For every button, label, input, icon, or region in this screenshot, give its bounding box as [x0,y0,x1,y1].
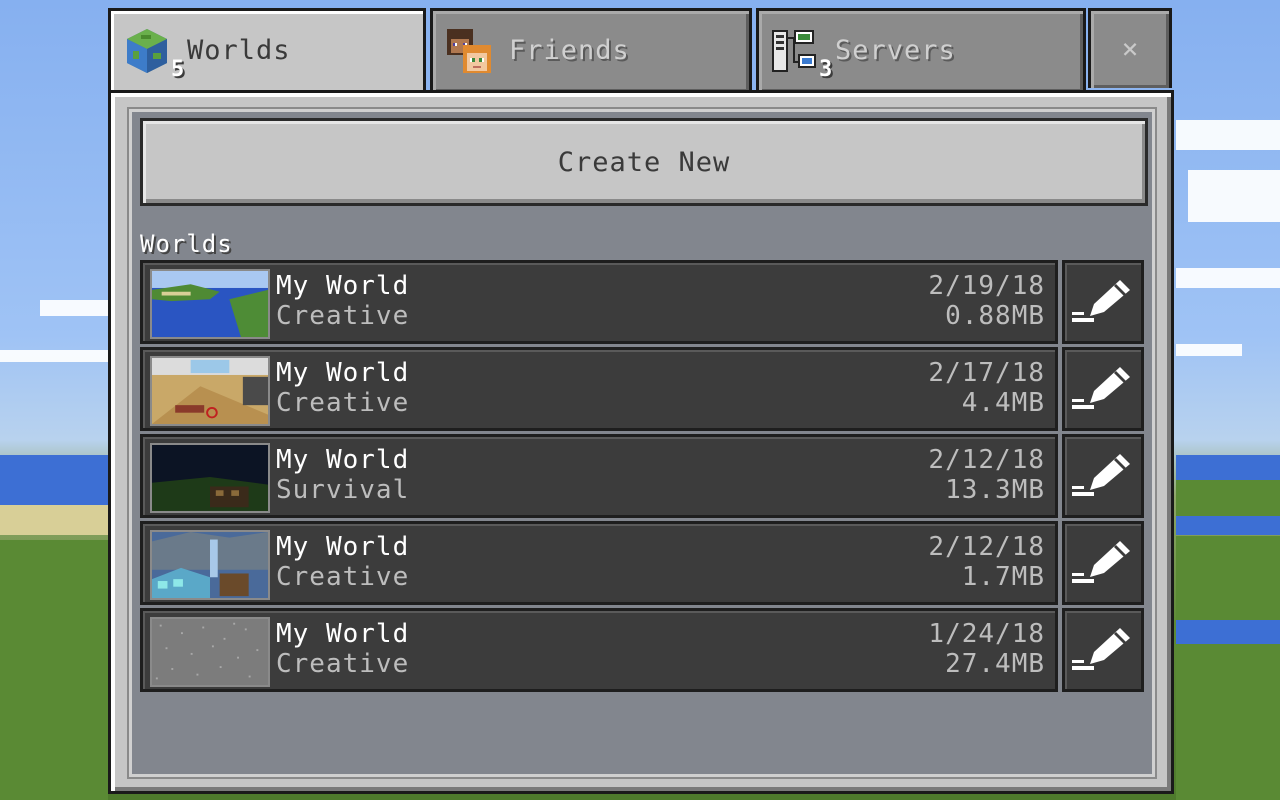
world-size: 13.3MB [945,475,1045,505]
world-size: 27.4MB [945,649,1045,679]
world-thumbnail [150,356,270,426]
create-new-button[interactable]: Create New [140,118,1148,206]
worlds-content: Create New Worlds My World Creative 2/19… [127,107,1157,779]
world-thumbnail [150,617,270,687]
edit-world-button[interactable] [1062,434,1144,518]
edit-world-button[interactable] [1062,608,1144,692]
tab-worlds[interactable]: 5 Worlds [108,8,426,96]
world-row: My World Survival 2/12/18 13.3MB [140,434,1146,521]
world-size: 4.4MB [961,388,1045,418]
globe-icon [123,27,171,75]
world-name: My World [276,532,410,562]
section-heading-worlds: Worlds [140,230,233,258]
world-entry[interactable]: My World Creative 2/19/18 0.88MB [140,260,1058,344]
world-size: 0.88MB [945,301,1045,331]
world-mode: Creative [276,301,410,331]
world-row: My World Creative 1/24/18 27.4MB [140,608,1146,695]
world-list: My World Creative 2/19/18 0.88MB My Worl… [140,260,1146,695]
world-mode: Survival [276,475,410,505]
edit-world-button[interactable] [1062,347,1144,431]
world-date: 2/12/18 [928,532,1045,562]
worlds-window: 5 Worlds Friends 3 Servers × Create New … [108,6,1174,794]
edit-world-button[interactable] [1062,521,1144,605]
world-name: My World [276,619,410,649]
tab-servers[interactable]: 3 Servers [756,8,1086,92]
world-name: My World [276,445,410,475]
world-name: My World [276,271,410,301]
world-entry[interactable]: My World Creative 2/17/18 4.4MB [140,347,1058,431]
world-thumbnail [150,530,270,600]
pencil-icon [1068,270,1138,334]
create-new-label: Create New [557,146,731,178]
world-row: My World Creative 2/19/18 0.88MB [140,260,1146,347]
world-thumbnail [150,443,270,513]
servers-count-badge: 3 [819,57,833,82]
world-date: 2/19/18 [928,271,1045,301]
edit-world-button[interactable] [1062,260,1144,344]
pencil-icon [1068,618,1138,682]
world-mode: Creative [276,649,410,679]
world-entry[interactable]: My World Creative 1/24/18 27.4MB [140,608,1058,692]
world-entry[interactable]: My World Survival 2/12/18 13.3MB [140,434,1058,518]
world-mode: Creative [276,388,410,418]
tab-friends-label: Friends [509,35,630,66]
friends-icon [445,27,493,75]
worlds-panel: Create New Worlds My World Creative 2/19… [108,90,1174,794]
world-date: 2/12/18 [928,445,1045,475]
world-size: 1.7MB [961,562,1045,592]
worlds-count-badge: 5 [171,57,185,82]
world-thumbnail [150,269,270,339]
pencil-icon [1068,357,1138,421]
world-date: 1/24/18 [928,619,1045,649]
tab-worlds-label: Worlds [187,35,291,66]
world-entry[interactable]: My World Creative 2/12/18 1.7MB [140,521,1058,605]
world-name: My World [276,358,410,388]
pencil-icon [1068,444,1138,508]
pencil-icon [1068,531,1138,595]
world-row: My World Creative 2/17/18 4.4MB [140,347,1146,434]
world-row: My World Creative 2/12/18 1.7MB [140,521,1146,608]
tab-servers-label: Servers [835,35,956,66]
servers-icon [771,27,819,75]
world-date: 2/17/18 [928,358,1045,388]
close-icon: × [1121,32,1139,65]
tab-friends[interactable]: Friends [430,8,752,92]
world-mode: Creative [276,562,410,592]
close-button[interactable]: × [1088,8,1172,88]
